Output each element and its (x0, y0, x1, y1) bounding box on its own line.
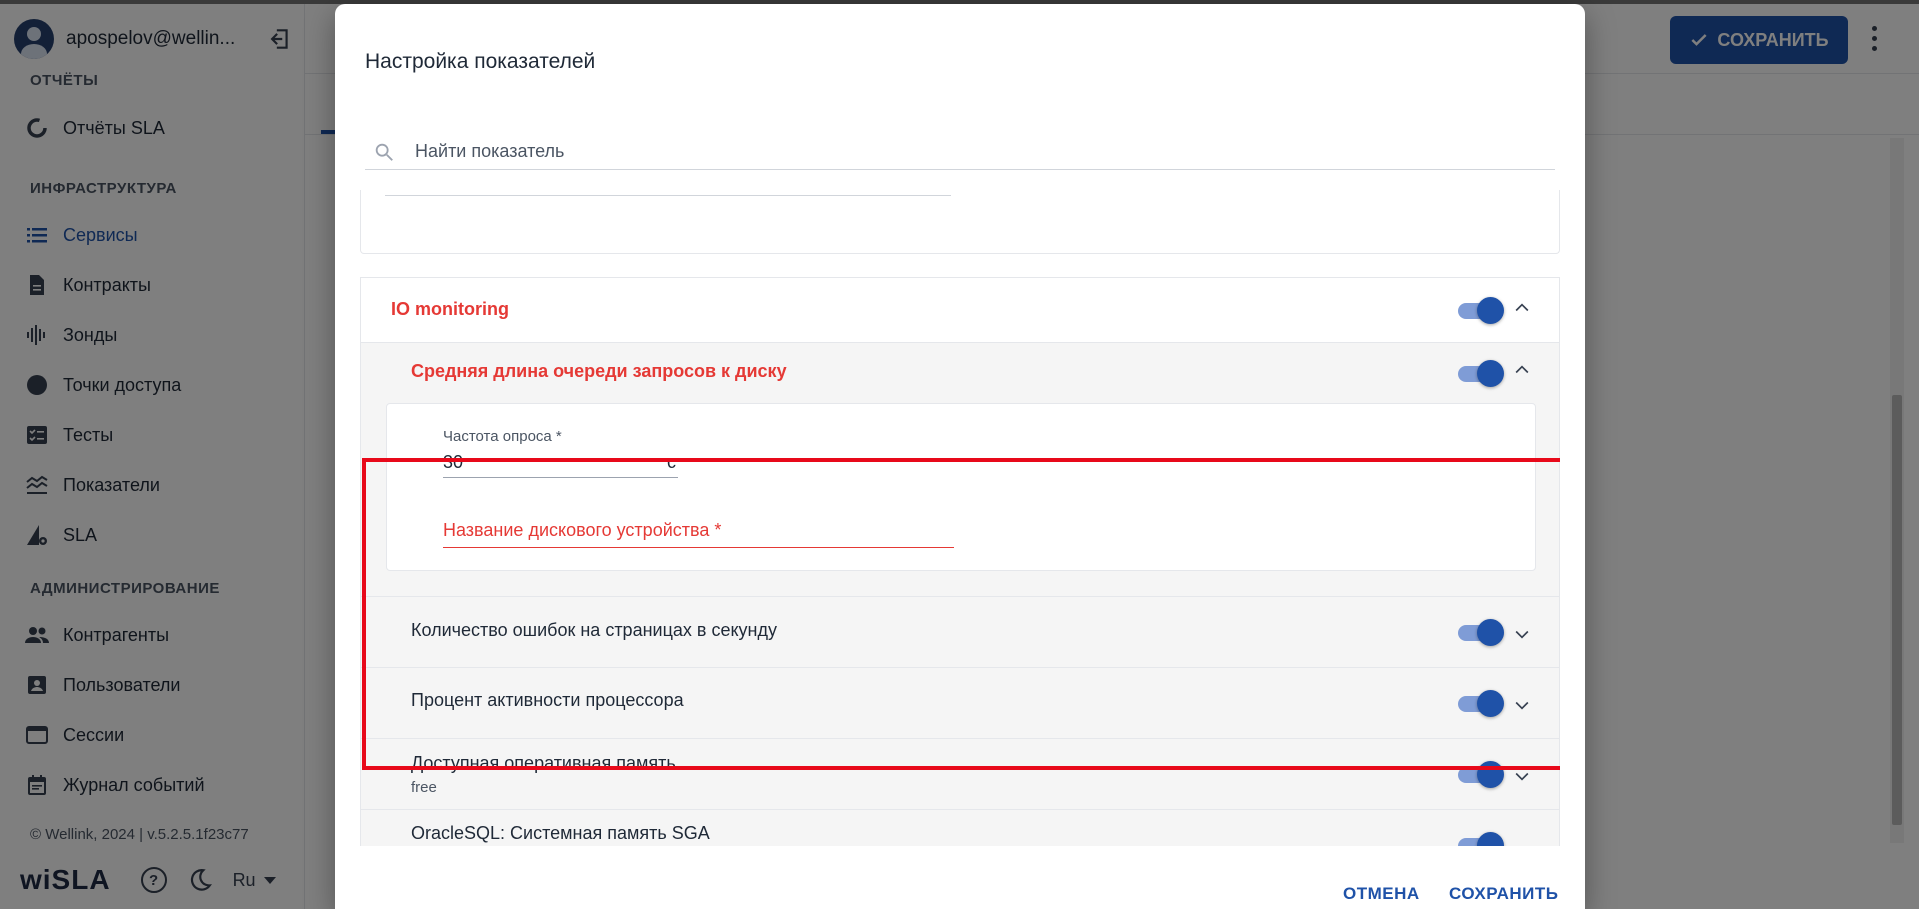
dialog-actions: ОТМЕНА СОХРАНИТЬ (335, 872, 1585, 909)
metric-toggle[interactable] (1458, 759, 1504, 789)
indicator-list: IO monitoring Средняя длина очереди запр… (360, 190, 1560, 846)
indicator-settings-dialog: Настройка показателей IO monitoring Сред… (335, 4, 1585, 909)
metric-toggle[interactable] (1458, 617, 1504, 647)
search-bar (365, 134, 1555, 170)
poll-frequency-value: 30 (443, 452, 464, 472)
chevron-down-icon[interactable] (1512, 695, 1532, 715)
indicator-group: IO monitoring Средняя длина очереди запр… (360, 277, 1560, 846)
metric-title: Средняя длина очереди запросов к диску (411, 361, 787, 381)
metric-title: Доступная оперативная память (411, 753, 676, 773)
metric-title: Количество ошибок на страницах в секунду (411, 620, 777, 640)
metric-toggle[interactable] (1458, 358, 1504, 388)
dialog-title: Настройка показателей (365, 50, 596, 73)
chevron-up-icon[interactable] (1512, 360, 1532, 380)
search-input[interactable] (415, 141, 1515, 162)
metric-title: OracleSQL: Системная память SGA (411, 823, 710, 843)
poll-frequency-input[interactable]: 30 с (443, 452, 678, 478)
chevron-down-icon[interactable] (1512, 624, 1532, 644)
field-underline (385, 195, 951, 196)
group-title: IO monitoring (391, 299, 509, 319)
metric-toggle[interactable] (1458, 830, 1504, 846)
poll-frequency-unit: с (667, 452, 676, 472)
metric-title: Процент активности процессора (411, 690, 684, 710)
disk-device-input[interactable]: Название дискового устройства * (443, 520, 954, 548)
metric-row: Средняя длина очереди запросов к диску Ч… (361, 342, 1559, 596)
disk-device-label: Название дискового устройства * (443, 520, 722, 540)
chevron-down-icon[interactable] (1512, 766, 1532, 786)
metric-row[interactable]: Количество ошибок на страницах в секунду (361, 596, 1559, 667)
search-icon (375, 143, 393, 161)
metric-settings: Частота опроса * 30 с Название дискового… (386, 403, 1536, 571)
metric-toggle[interactable] (1458, 688, 1504, 718)
cancel-button[interactable]: ОТМЕНА (1343, 884, 1420, 904)
metric-row[interactable]: Процент активности процессора (361, 667, 1559, 738)
metric-row[interactable]: Доступная оперативная память free (361, 738, 1559, 809)
poll-frequency-label: Частота опроса * (443, 428, 562, 445)
metric-row[interactable]: OracleSQL: Системная память SGA (361, 809, 1559, 846)
group-toggle[interactable] (1458, 295, 1504, 325)
chevron-up-icon[interactable] (1512, 298, 1532, 318)
previous-group-card (360, 190, 1560, 254)
group-header[interactable]: IO monitoring (361, 278, 1559, 342)
save-dialog-button[interactable]: СОХРАНИТЬ (1449, 884, 1559, 904)
metric-subtitle: free (411, 779, 437, 796)
